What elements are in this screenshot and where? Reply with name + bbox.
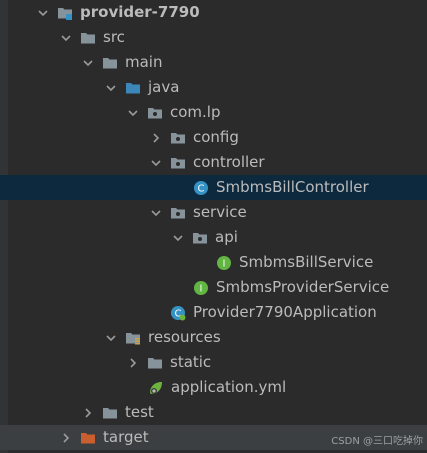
chevron-down-icon[interactable] — [172, 232, 184, 244]
tree-item-resources[interactable]: resources — [0, 325, 427, 350]
tree-item-test[interactable]: test — [0, 400, 427, 425]
chevron-right-icon[interactable] — [60, 432, 72, 444]
tree-item-provider-7790[interactable]: provider-7790 — [0, 0, 427, 25]
package-icon — [192, 230, 208, 246]
chevron-down-icon[interactable] — [82, 57, 94, 69]
tree-item-label: target — [103, 428, 149, 446]
tree-item-label: main — [125, 53, 163, 71]
chevron-down-icon[interactable] — [150, 207, 162, 219]
tree-item-label: com.lp — [170, 103, 221, 121]
tree-item-static[interactable]: static — [0, 350, 427, 375]
tree-item-config[interactable]: config — [0, 125, 427, 150]
tree-item-provider7790-application[interactable]: C Provider7790Application — [0, 300, 427, 325]
chevron-down-icon[interactable] — [60, 32, 72, 44]
chevron-right-icon[interactable] — [150, 132, 162, 144]
package-icon — [170, 205, 186, 221]
tree-item-label: controller — [193, 153, 265, 171]
tree-item-label: SmbmsProviderService — [216, 278, 390, 296]
tree-item-label: provider-7790 — [80, 3, 200, 21]
source-root-folder-icon — [125, 80, 141, 96]
tree-item-smbms-provider-service[interactable]: I SmbmsProviderService — [0, 275, 427, 300]
tree-item-label: service — [193, 203, 247, 221]
chevron-down-icon[interactable] — [37, 7, 49, 19]
excluded-folder-icon — [80, 430, 96, 446]
spring-boot-class-icon: C — [170, 305, 186, 321]
chevron-right-icon[interactable] — [127, 357, 139, 369]
project-tree-panel: provider-7790 src main java com.lp confi… — [0, 0, 427, 453]
tree-item-com-lp[interactable]: com.lp — [0, 100, 427, 125]
tree-item-label: src — [103, 28, 125, 46]
chevron-down-icon[interactable] — [105, 332, 117, 344]
module-folder-icon — [57, 5, 73, 21]
folder-icon — [147, 355, 163, 371]
svg-text:I: I — [200, 283, 203, 294]
tree-item-label: SmbmsBillController — [216, 178, 369, 196]
tree-item-api[interactable]: api — [0, 225, 427, 250]
tree-item-label: config — [193, 128, 239, 146]
tree-item-java[interactable]: java — [0, 75, 427, 100]
resources-folder-icon — [125, 330, 141, 346]
tree-item-label: SmbmsBillService — [239, 253, 374, 271]
tree-item-label: Provider7790Application — [193, 303, 377, 321]
tree-item-smbms-bill-service[interactable]: I SmbmsBillService — [0, 250, 427, 275]
class-icon: C — [193, 180, 209, 196]
package-icon — [170, 130, 186, 146]
tree-item-src[interactable]: src — [0, 25, 427, 50]
tree-item-main[interactable]: main — [0, 50, 427, 75]
svg-text:C: C — [198, 183, 205, 194]
tree-item-label: api — [215, 228, 238, 246]
tree-item-label: test — [125, 403, 154, 421]
interface-icon: I — [193, 280, 209, 296]
chevron-down-icon[interactable] — [105, 82, 117, 94]
folder-icon — [102, 405, 118, 421]
folder-icon — [102, 55, 118, 71]
tree-item-controller[interactable]: controller — [0, 150, 427, 175]
spring-config-yml-icon — [148, 380, 164, 396]
watermark-text: CSDN @三口吃掉你 — [331, 436, 423, 447]
chevron-down-icon[interactable] — [127, 107, 139, 119]
tree-item-service[interactable]: service — [0, 200, 427, 225]
tree-item-label: static — [170, 353, 212, 371]
chevron-down-icon[interactable] — [150, 157, 162, 169]
tree-item-label: resources — [148, 328, 221, 346]
package-icon — [147, 105, 163, 121]
svg-text:I: I — [223, 258, 226, 269]
tree-item-label: java — [148, 78, 180, 96]
interface-icon: I — [216, 255, 232, 271]
tree-item-application-yml[interactable]: application.yml — [0, 375, 427, 400]
tree-item-smbms-bill-controller[interactable]: C SmbmsBillController — [0, 175, 427, 200]
chevron-right-icon[interactable] — [82, 407, 94, 419]
package-icon — [170, 155, 186, 171]
tree-item-label: application.yml — [171, 378, 287, 396]
folder-icon — [80, 30, 96, 46]
